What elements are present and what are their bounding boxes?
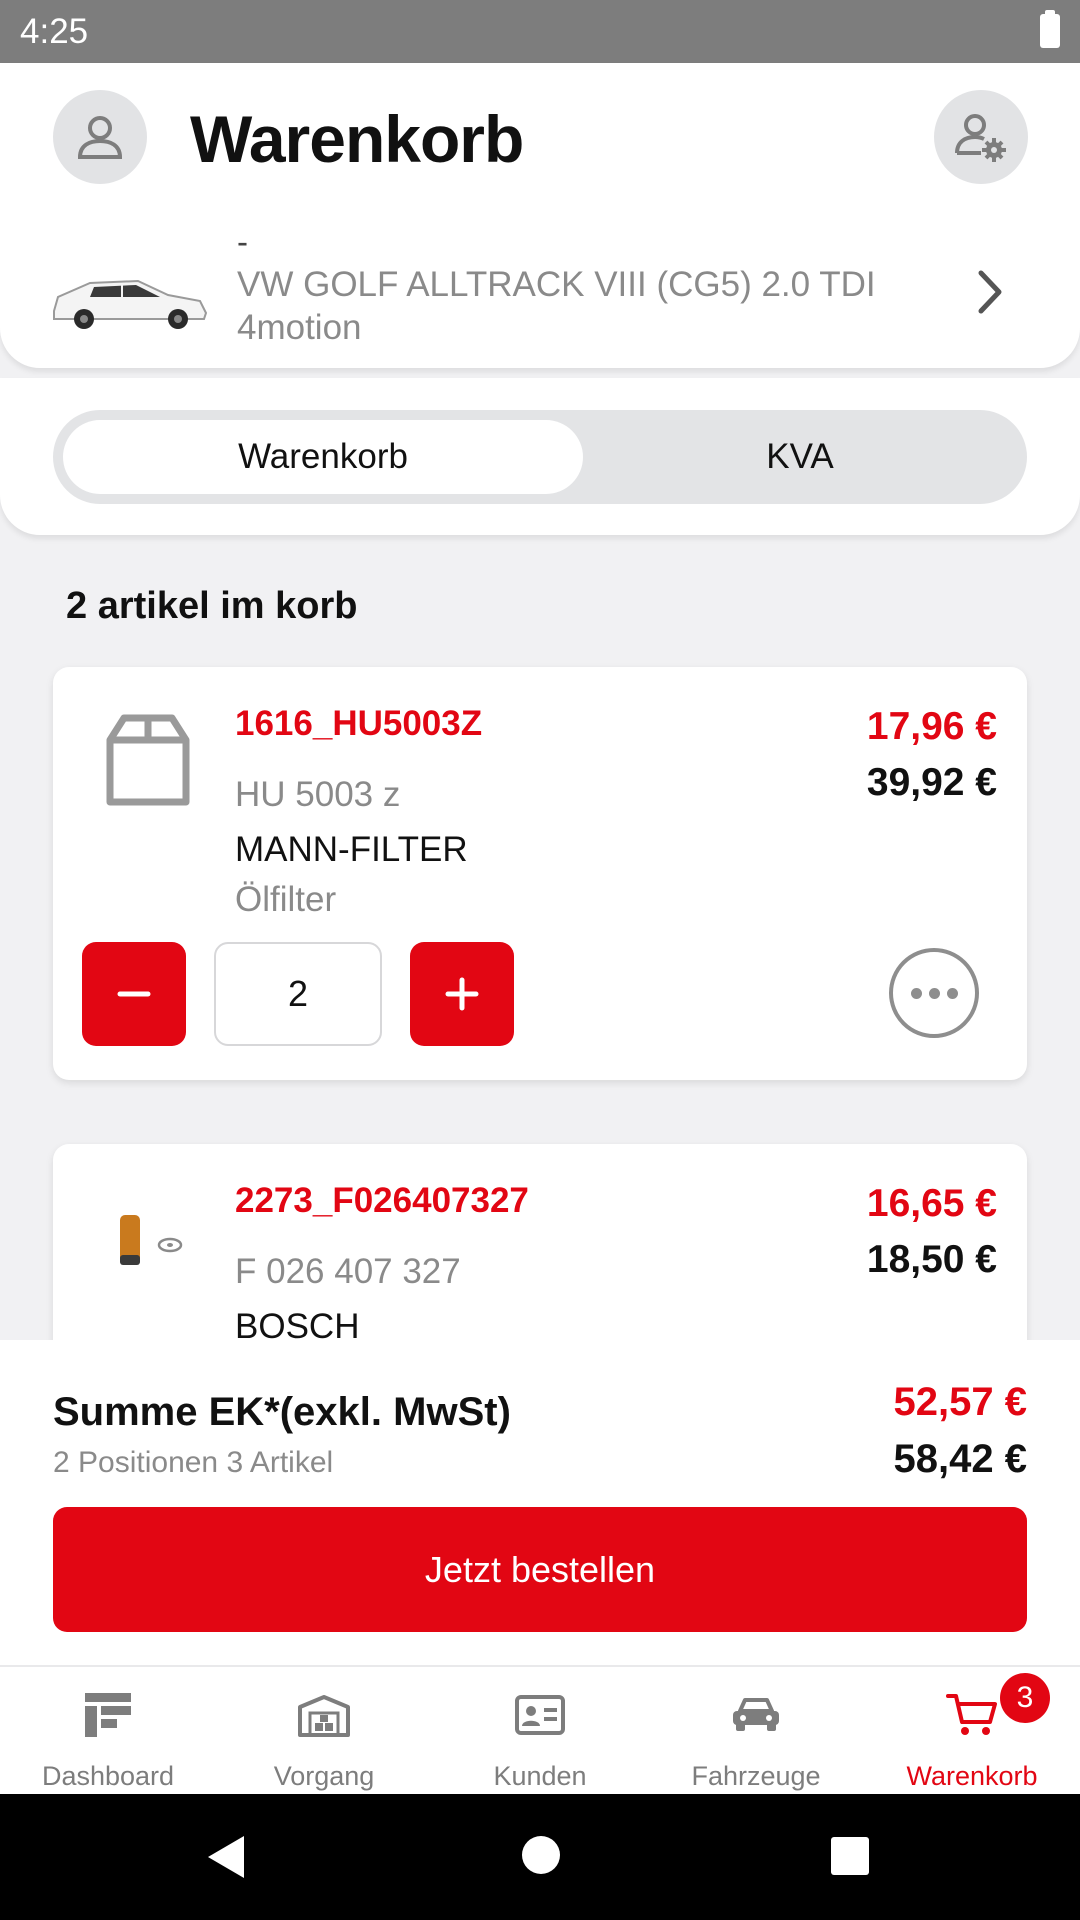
item-brand: MANN-FILTER xyxy=(235,830,468,869)
back-icon[interactable] xyxy=(204,1832,248,1882)
vehicle-plate: - xyxy=(237,223,248,260)
dot xyxy=(946,987,958,999)
item-reference: F 026 407 327 xyxy=(235,1252,461,1291)
battery-icon xyxy=(1040,10,1060,48)
tab-card: Warenkorb KVA xyxy=(0,378,1080,535)
summary-label: Summe EK*(exkl. MwSt) xyxy=(53,1390,511,1434)
total-gross: 58,42 € xyxy=(893,1437,1027,1481)
nav-item-kunden[interactable]: Kunden xyxy=(432,1667,648,1796)
contact-card-icon xyxy=(515,1695,565,1735)
summary-subtext: 2 Positionen 3 Artikel xyxy=(53,1446,334,1479)
item-type: Ölfilter xyxy=(235,880,337,919)
chevron-right-icon xyxy=(978,270,1002,314)
status-bar: 4:25 xyxy=(0,0,1080,63)
package-icon xyxy=(93,705,203,815)
user-settings-icon xyxy=(955,114,1006,162)
vehicle-name: VW GOLF ALLTRACK VIII (CG5) 2.0 TDI 4mot… xyxy=(237,265,876,347)
bottom-nav: Dashboard Vorgang Kunden Fahrzeuge Waren… xyxy=(0,1665,1080,1794)
order-now-button[interactable]: Jetzt bestellen xyxy=(53,1507,1027,1632)
system-nav-bar xyxy=(0,1794,1080,1920)
nav-label: Warenkorb xyxy=(906,1761,1038,1791)
item-id[interactable]: 1616_HU5003Z xyxy=(235,704,482,744)
item-id[interactable]: 2273_F026407327 xyxy=(235,1181,529,1221)
home-icon[interactable] xyxy=(520,1834,562,1876)
user-icon xyxy=(77,116,123,159)
car-icon xyxy=(733,1698,779,1731)
item-brand: BOSCH xyxy=(235,1307,360,1340)
nav-item-dashboard[interactable]: Dashboard xyxy=(0,1667,216,1796)
total-net: 52,57 € xyxy=(893,1380,1027,1424)
nav-item-vorgang[interactable]: Vorgang xyxy=(216,1667,432,1796)
cart-item-list[interactable]: 1616_HU5003Z HU 5003 z MANN-FILTER Ölfil… xyxy=(0,640,1080,1340)
item-price-net: 16,65 € xyxy=(866,1182,997,1225)
item-price-gross: 39,92 € xyxy=(866,761,997,804)
nav-label: Kunden xyxy=(493,1761,587,1791)
tab-kva[interactable]: KVA xyxy=(583,420,1017,494)
page-title: Warenkorb xyxy=(190,102,524,176)
profile-button[interactable] xyxy=(53,90,147,184)
user-settings-button[interactable] xyxy=(934,90,1028,184)
increase-quantity-button[interactable] xyxy=(410,942,514,1046)
plus-icon xyxy=(445,977,479,1011)
dashboard-icon xyxy=(85,1693,131,1737)
item-price-net: 17,96 € xyxy=(866,705,997,748)
dot xyxy=(910,987,922,999)
item-reference: HU 5003 z xyxy=(235,775,401,814)
cart-count-label: 2 artikel im korb xyxy=(66,585,358,627)
cart-icon xyxy=(946,1694,997,1735)
quantity-input[interactable]: 2 xyxy=(214,942,382,1046)
nav-item-fahrzeuge[interactable]: Fahrzeuge xyxy=(648,1667,864,1796)
nav-label: Dashboard xyxy=(41,1761,175,1791)
header-card: Warenkorb - VW GOLF ALLTRACK VIII (CG5) … xyxy=(0,63,1080,368)
more-options-button[interactable] xyxy=(889,948,979,1038)
cart-badge: 3 xyxy=(1000,1673,1050,1723)
segmented-control: Warenkorb KVA xyxy=(53,410,1027,504)
car-image xyxy=(53,279,208,329)
item-price-gross: 18,50 € xyxy=(866,1238,997,1281)
tab-warenkorb[interactable]: Warenkorb xyxy=(63,420,583,494)
vehicle-selector[interactable]: - VW GOLF ALLTRACK VIII (CG5) 2.0 TDI 4m… xyxy=(0,223,1080,363)
warehouse-icon xyxy=(298,1695,350,1737)
cart-item[interactable]: 2273_F026407327 F 026 407 327 BOSCH 16,6… xyxy=(53,1144,1027,1340)
dot xyxy=(928,987,940,999)
order-summary: Summe EK*(exkl. MwSt) 2 Positionen 3 Art… xyxy=(0,1340,1080,1665)
decrease-quantity-button[interactable] xyxy=(82,942,186,1046)
nav-label: Fahrzeuge xyxy=(691,1761,821,1791)
minus-icon xyxy=(117,991,151,997)
nav-label: Vorgang xyxy=(273,1761,375,1791)
status-time: 4:25 xyxy=(20,12,89,51)
recents-icon[interactable] xyxy=(830,1836,870,1876)
product-image xyxy=(93,1182,203,1292)
cart-item[interactable]: 1616_HU5003Z HU 5003 z MANN-FILTER Ölfil… xyxy=(53,667,1027,1080)
